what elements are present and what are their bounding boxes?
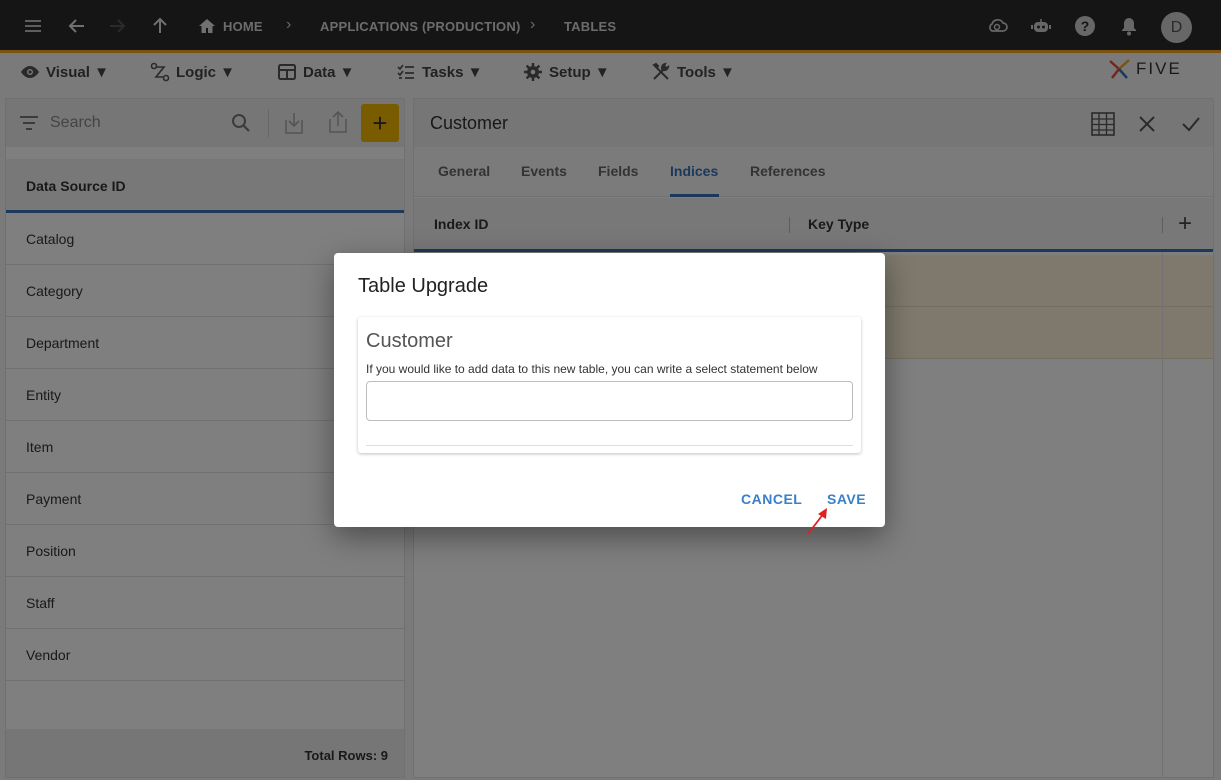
dialog-title: Table Upgrade — [358, 275, 489, 297]
card-help-text: If you would like to add data to this ne… — [366, 362, 818, 376]
select-statement-input[interactable] — [366, 381, 853, 421]
card-title: Customer — [366, 330, 453, 352]
card-divider — [366, 445, 853, 446]
save-button[interactable]: SAVE — [827, 491, 866, 507]
annotation-arrow-icon — [807, 508, 827, 535]
cancel-button[interactable]: CANCEL — [741, 491, 802, 507]
dialog-card: Customer If you would like to add data t… — [358, 317, 861, 453]
table-upgrade-dialog: Table Upgrade Customer If you would like… — [334, 253, 885, 527]
